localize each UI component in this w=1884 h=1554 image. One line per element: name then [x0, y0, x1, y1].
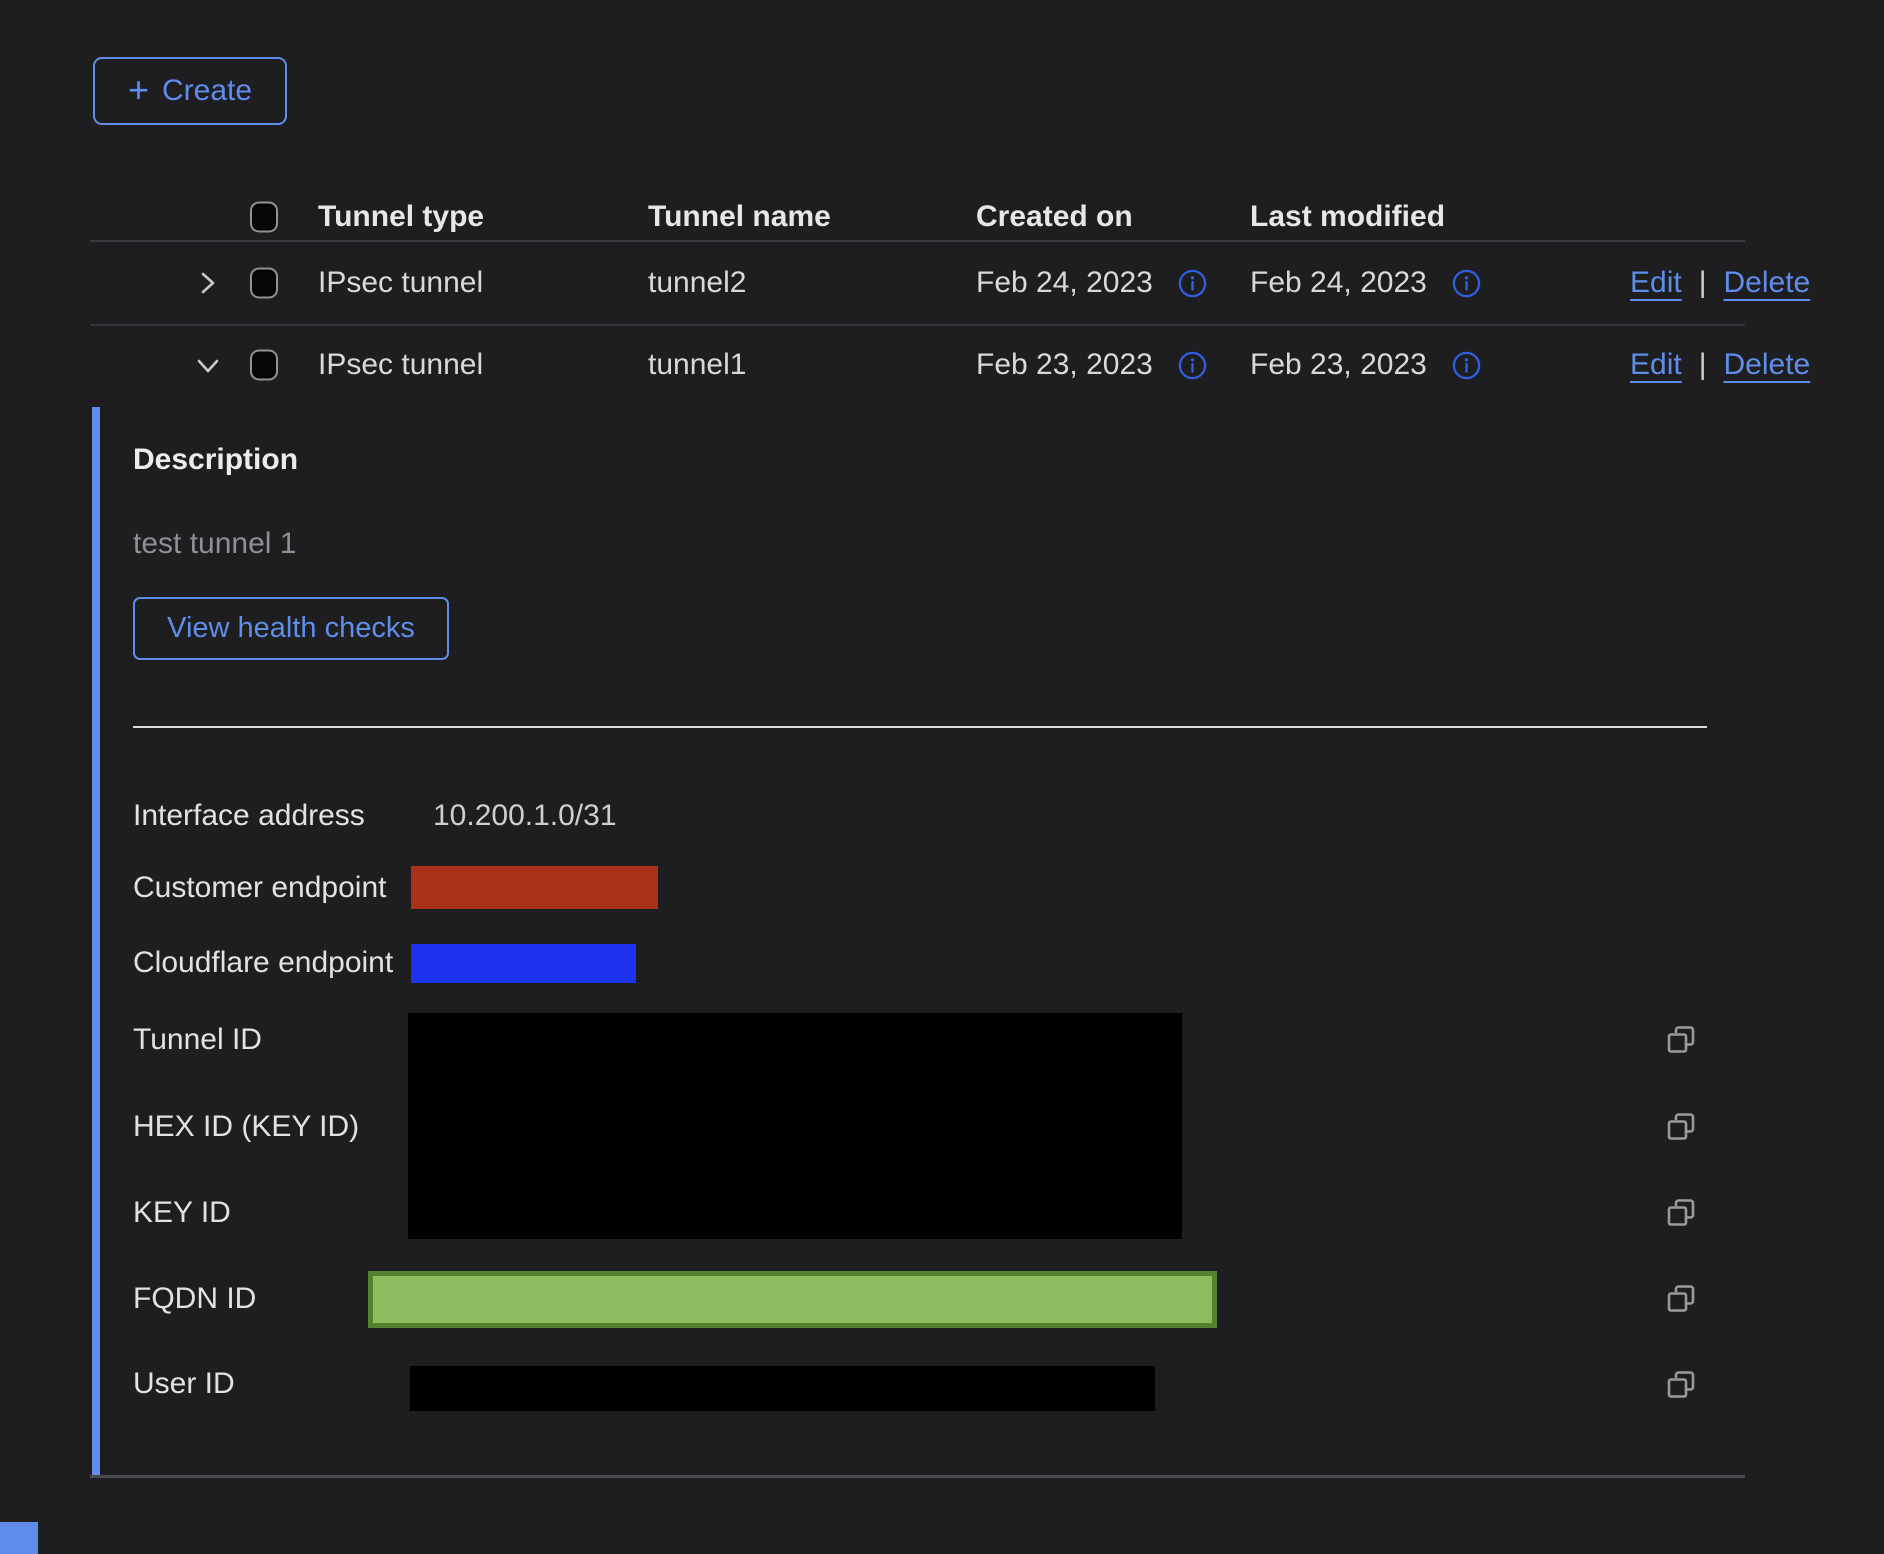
copy-hex-id-button[interactable]: [1662, 1108, 1700, 1146]
tunnel-id-label: Tunnel ID: [133, 1023, 262, 1057]
actions-separator: |: [1699, 348, 1707, 382]
row-checkbox[interactable]: [250, 350, 278, 381]
user-id-redacted-value: [410, 1366, 1155, 1411]
customer-endpoint-redacted-value: [411, 866, 658, 909]
last-modified-cell: Feb 24, 2023: [1250, 266, 1482, 300]
view-health-checks-button[interactable]: View health checks: [133, 597, 449, 660]
created-on-cell: Feb 23, 2023: [976, 348, 1208, 382]
hex-id-label: HEX ID (KEY ID): [133, 1110, 359, 1144]
copy-tunnel-id-button[interactable]: [1662, 1021, 1700, 1059]
created-on-date: Feb 24, 2023: [976, 266, 1153, 300]
created-on-cell: Feb 24, 2023: [976, 266, 1208, 300]
delete-link[interactable]: Delete: [1724, 348, 1811, 382]
copy-icon: [1662, 1194, 1700, 1232]
tunnel-type-cell: IPsec tunnel: [318, 266, 483, 300]
fqdn-id-label: FQDN ID: [133, 1282, 256, 1316]
customer-endpoint-label: Customer endpoint: [133, 871, 386, 905]
table-bottom-divider: [90, 1475, 1745, 1478]
expanded-row-accent-bar: [92, 407, 100, 1478]
user-id-label: User ID: [133, 1367, 235, 1401]
last-modified-date: Feb 23, 2023: [1250, 348, 1427, 382]
last-modified-cell: Feb 23, 2023: [1250, 348, 1482, 382]
key-id-label: KEY ID: [133, 1196, 231, 1230]
info-icon[interactable]: [1451, 350, 1482, 381]
last-modified-date: Feb 24, 2023: [1250, 266, 1427, 300]
tunnel-type-cell: IPsec tunnel: [318, 348, 483, 382]
table-row: IPsec tunnel tunnel1 Feb 23, 2023 Feb 23…: [90, 324, 1745, 406]
column-header-created-on: Created on: [976, 200, 1133, 234]
copy-icon: [1662, 1280, 1700, 1318]
actions-separator: |: [1699, 266, 1707, 300]
row-checkbox[interactable]: [250, 268, 278, 299]
fqdn-id-redacted-value: [368, 1271, 1217, 1328]
cloudflare-endpoint-redacted-value: [411, 944, 636, 983]
row-actions: Edit | Delete: [1630, 266, 1810, 300]
created-on-date: Feb 23, 2023: [976, 348, 1153, 382]
column-header-tunnel-type: Tunnel type: [318, 200, 484, 234]
row-actions: Edit | Delete: [1630, 348, 1810, 382]
info-icon[interactable]: [1177, 268, 1208, 299]
info-icon[interactable]: [1451, 268, 1482, 299]
ids-redacted-block: [408, 1013, 1182, 1239]
create-button[interactable]: + Create: [93, 57, 287, 125]
edit-link[interactable]: Edit: [1630, 266, 1682, 300]
column-header-last-modified: Last modified: [1250, 200, 1445, 234]
copy-icon: [1662, 1366, 1700, 1404]
select-all-checkbox[interactable]: [250, 202, 278, 233]
info-icon[interactable]: [1177, 350, 1208, 381]
tunnel-name-cell: tunnel1: [648, 348, 746, 382]
table-row: IPsec tunnel tunnel2 Feb 24, 2023 Feb 24…: [90, 242, 1745, 326]
interface-address-value: 10.200.1.0/31: [433, 799, 617, 833]
tunnel-name-cell: tunnel2: [648, 266, 746, 300]
chevron-down-icon[interactable]: [193, 350, 223, 380]
copy-key-id-button[interactable]: [1662, 1194, 1700, 1232]
interface-address-label: Interface address: [133, 799, 365, 833]
ipsec-tunnels-page: + Create Tunnel type Tunnel name Created…: [0, 0, 1884, 1554]
delete-link[interactable]: Delete: [1724, 266, 1811, 300]
copy-user-id-button[interactable]: [1662, 1366, 1700, 1404]
copy-icon: [1662, 1021, 1700, 1059]
column-header-tunnel-name: Tunnel name: [648, 200, 831, 234]
description-value: test tunnel 1: [133, 527, 296, 561]
create-button-label: Create: [162, 74, 252, 108]
plus-icon: +: [128, 72, 149, 108]
copy-fqdn-id-button[interactable]: [1662, 1280, 1700, 1318]
chevron-right-icon[interactable]: [193, 268, 223, 298]
copy-icon: [1662, 1108, 1700, 1146]
table-header-row: Tunnel type Tunnel name Created on Last …: [90, 193, 1745, 241]
panel-divider: [133, 726, 1707, 728]
description-label: Description: [133, 443, 298, 477]
cloudflare-endpoint-label: Cloudflare endpoint: [133, 946, 393, 980]
cutoff-blue-element: [0, 1522, 38, 1554]
edit-link[interactable]: Edit: [1630, 348, 1682, 382]
